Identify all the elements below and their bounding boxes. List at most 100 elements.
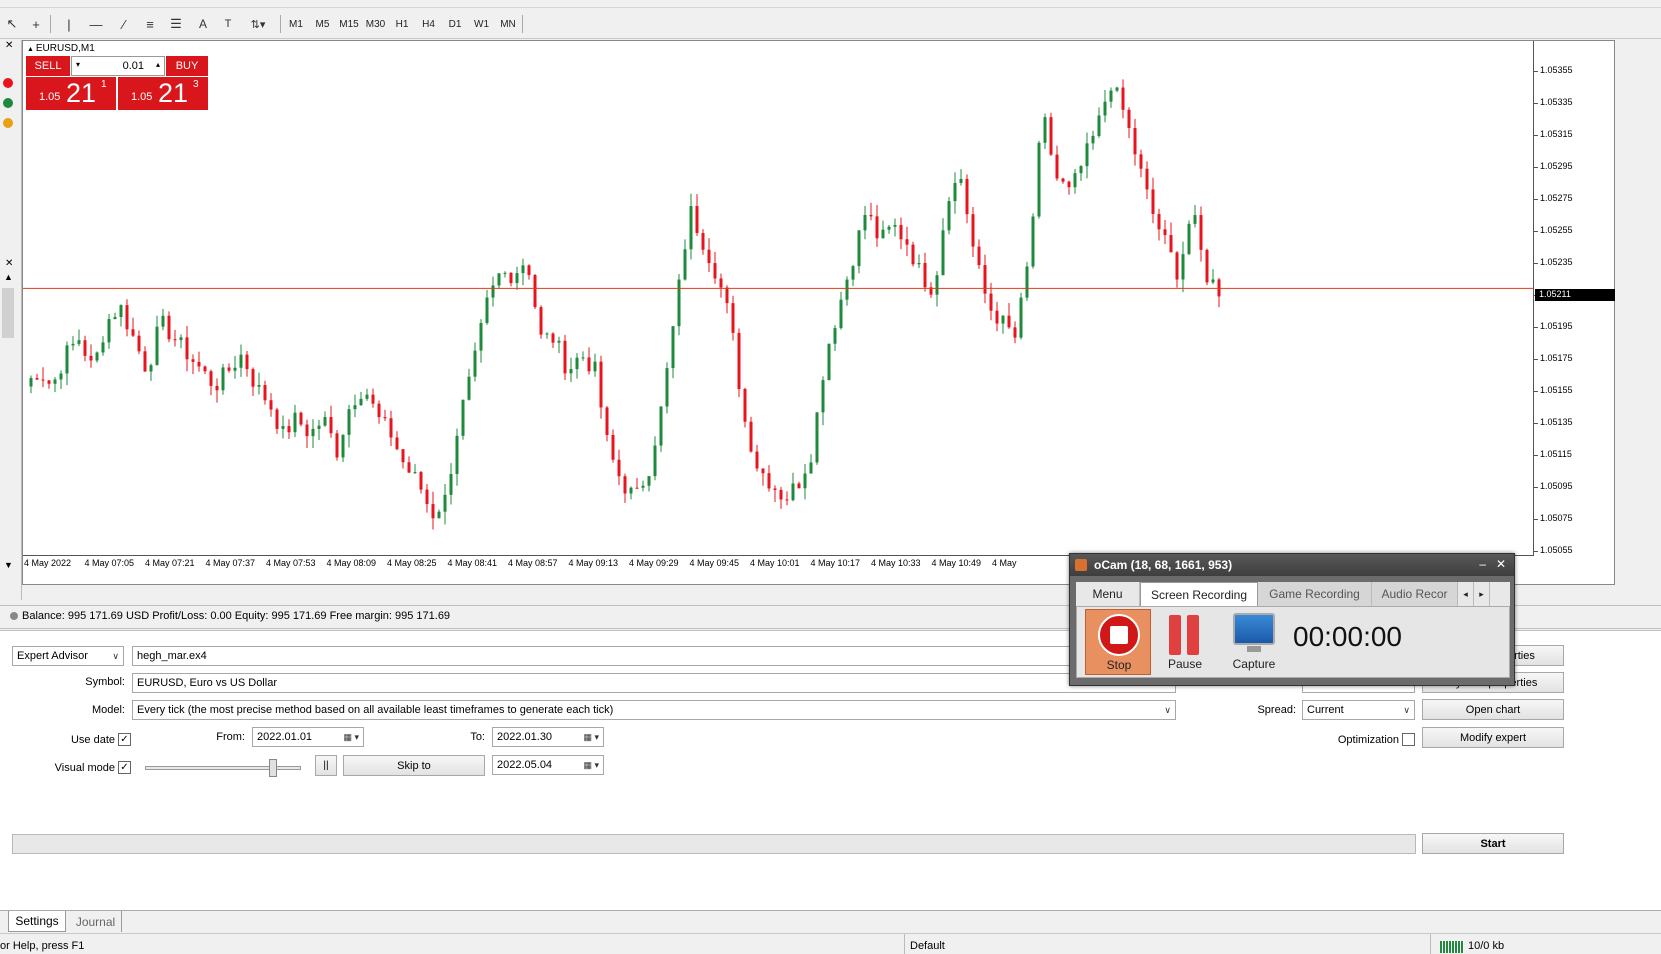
toolbar: ↖ + | — ∕ ≡ ☰ A T ⇅▾ M1 M5 M15 M30 H1 H4 D1 W1 M… [0,9,1661,39]
candle [1139,154,1143,169]
minimize-icon[interactable]: – [1479,557,1486,571]
candle [935,275,939,295]
candle [815,412,819,463]
skip-to-button[interactable]: Skip to [343,755,485,776]
text-label-icon[interactable]: T [220,14,236,34]
candle [755,451,759,469]
candle [293,412,297,433]
time-tick: 4 May 07:05 [84,558,135,568]
candle [1145,168,1149,190]
candle [1061,178,1065,182]
horizontal-line-icon[interactable]: — [88,14,104,34]
candle [383,417,387,419]
open-chart-button[interactable]: Open chart [1422,699,1564,720]
crosshair-icon[interactable]: + [28,14,44,34]
capture-button[interactable]: Capture [1223,609,1283,675]
pause-button[interactable]: Pause [1157,609,1217,675]
timeframe-h1[interactable]: H1 [389,14,415,34]
tab-journal[interactable]: Journal [70,911,122,932]
visual-speed-slider[interactable] [145,759,301,777]
candle [479,322,483,351]
start-button[interactable]: Start [1422,833,1564,854]
price-chart[interactable]: ▲ EURUSD,M1 SELL ▾ 0.01 ▴ BUY 1.05 21 1 … [22,40,1615,585]
candle [845,279,849,300]
vertical-line-icon[interactable]: | [64,14,74,34]
candle [203,366,207,372]
candle [455,435,459,474]
pause-button[interactable]: || [315,755,337,776]
tab-scroll-left-icon[interactable]: ◂ [1458,582,1474,606]
timeframe-mn[interactable]: MN [495,14,521,34]
candle [1175,252,1179,280]
candle [767,473,771,489]
scrollbar[interactable] [2,288,14,338]
candle [1037,142,1041,217]
ocam-logo-icon [1075,559,1087,571]
tester-type-select[interactable]: Expert Advisor ∨ [12,646,124,666]
timeframe-m15[interactable]: M15 [336,14,362,34]
fibonacci-icon[interactable]: ☰ [168,14,184,34]
use-date-checkbox[interactable]: ✓ [118,733,131,746]
slider-thumb[interactable] [269,759,277,777]
timeframe-w1[interactable]: W1 [469,14,495,34]
ocam-tab-menu[interactable]: Menu [1076,582,1140,606]
text-icon[interactable]: A [196,14,210,34]
candle [977,246,981,266]
scroll-up-icon[interactable]: ▲ [4,272,13,282]
candle [95,352,99,361]
scroll-down-icon[interactable]: ▼ [4,560,13,570]
trendline-icon[interactable]: ∕ [116,14,132,34]
price-tick: 1.05155 [1540,385,1573,395]
candle [59,373,63,380]
price-tick: 1.05195 [1540,321,1573,331]
channel-icon[interactable]: ≡ [142,14,158,34]
price-tick: 1.05335 [1540,97,1573,107]
spread-select[interactable]: Current ∨ [1302,700,1415,720]
candle [353,405,357,410]
skip-to-date-field[interactable]: 2022.05.04 ▦ ▾ [492,755,604,775]
app-status-bar: or Help, press F1 Default 10/0 kb [0,933,1661,954]
price-tick: 1.05295 [1540,161,1573,171]
timeframe-d1[interactable]: D1 [442,14,468,34]
optimization-checkbox[interactable] [1402,733,1415,746]
timeframe-h4[interactable]: H4 [416,14,442,34]
modify-expert-button[interactable]: Modify expert [1422,727,1564,748]
to-date-field[interactable]: 2022.01.30 ▦ ▾ [492,727,604,747]
timeframe-m30[interactable]: M30 [363,14,389,34]
candle [155,326,159,366]
ocam-tab-game-recording[interactable]: Game Recording [1258,582,1372,606]
candle [197,361,201,367]
stop-button[interactable]: Stop [1085,609,1151,675]
candle [707,249,711,264]
expert-select[interactable]: hegh_mar.ex4∨ [132,646,1176,666]
candle [953,182,957,202]
from-date-field[interactable]: 2022.01.01 ▦ ▾ [252,727,364,747]
candle [917,263,921,265]
candle [1181,254,1185,280]
timeframe-m1[interactable]: M1 [283,14,309,34]
close-icon[interactable]: ✕ [5,40,13,51]
ocam-tab-screen-recording[interactable]: Screen Recording [1140,582,1258,606]
visual-mode-checkbox[interactable]: ✓ [118,761,131,774]
model-select[interactable]: Every tick (the most precise method base… [132,700,1176,720]
ocam-tab-audio-recording[interactable]: Audio Recor [1372,582,1458,606]
arrows-icon[interactable]: ⇅▾ [248,14,268,34]
ocam-controls: Stop Pause Capture 00:00:00 [1076,606,1510,678]
close-icon[interactable]: ✕ [5,258,13,269]
navigator-panel-collapsed: ✕ ✕ ▲ ▼ [0,40,22,600]
candle [995,310,999,324]
candle [239,354,243,368]
symbol-select[interactable]: EURUSD, Euro vs US Dollar∨ [132,673,1176,693]
ocam-title-bar[interactable]: oCam (18, 68, 1661, 953) – ✕ [1070,554,1514,576]
candle [587,357,591,372]
tab-scroll-right-icon[interactable]: ▸ [1474,582,1490,606]
candle [521,265,525,274]
candle [545,333,549,335]
timeframe-m5[interactable]: M5 [310,14,336,34]
candle [575,357,579,370]
cursor-icon[interactable]: ↖ [4,14,20,34]
price-tick: 1.05355 [1540,65,1573,75]
tab-settings[interactable]: Settings [8,911,66,932]
close-icon[interactable]: ✕ [1496,557,1506,571]
candle [647,476,651,486]
